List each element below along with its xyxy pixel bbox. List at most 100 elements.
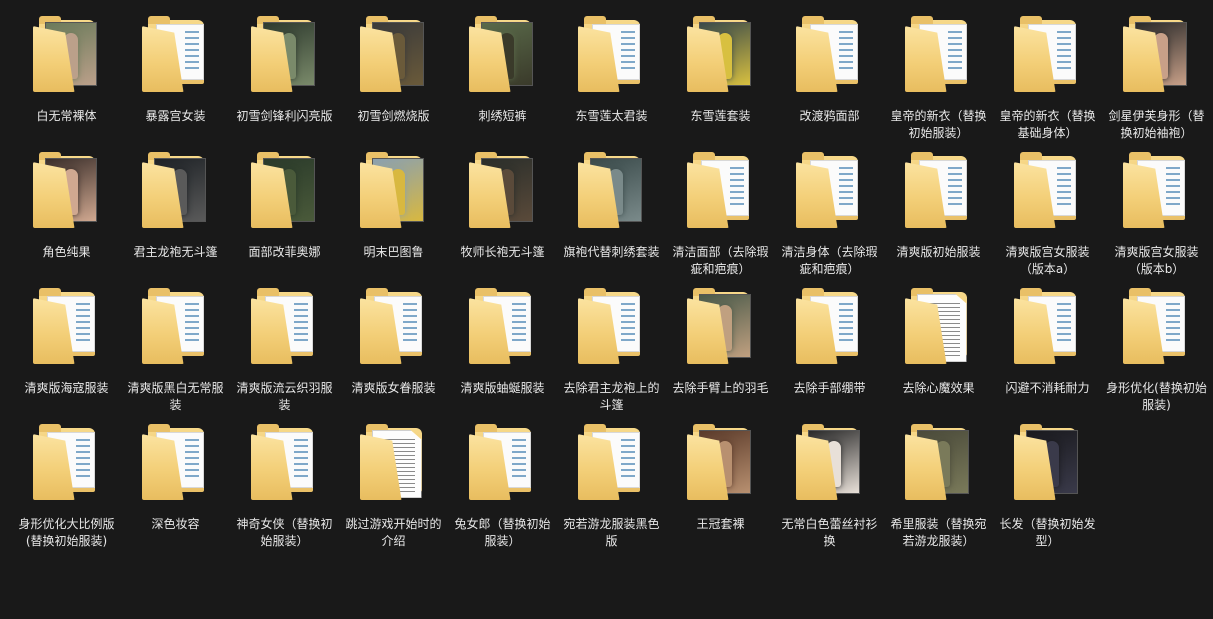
folder-label: 清洁面部（去除瑕疵和疤痕） [672,245,769,276]
folder-label: 清爽版宫女服装（版本a） [1005,245,1090,276]
folder-item[interactable]: 面部改菲奥娜 [230,148,339,284]
folder-icon [795,424,864,502]
folder-item[interactable]: 东雪莲套装 [666,12,775,148]
folder-label: 去除心魔效果 [902,381,975,395]
folder-label: 东雪莲太君装 [575,109,648,123]
document-folder-icon [904,288,973,366]
folder-icon [577,424,646,502]
folder-item[interactable]: 清爽版黑白无常服装 [121,284,230,420]
folder-item[interactable]: 希里服装（替换宛若游龙服装） [884,420,993,556]
folder-icon [1013,152,1082,230]
folder-icon [359,288,428,366]
folder-item[interactable]: 清爽版女眷服装 [339,284,448,420]
folder-label: 皇帝的新衣（替换初始服装） [890,109,987,140]
folder-icon [686,16,755,94]
folder-icon [32,424,101,502]
folder-item[interactable]: 清洁身体（去除瑕疵和疤痕） [775,148,884,284]
folder-item[interactable]: 跳过游戏开始时的介绍 [339,420,448,556]
folder-item[interactable]: 去除手臂上的羽毛 [666,284,775,420]
folder-item[interactable]: 旗袍代替刺绣套装 [557,148,666,284]
folder-item[interactable]: 皇帝的新衣（替换基础身体） [993,12,1102,148]
folder-label: 角色纯果 [42,245,91,259]
folder-icon [686,288,755,366]
folder-icon [468,152,537,230]
folder-item[interactable]: 身形优化大比例版(替换初始服装) [12,420,121,556]
folder-label: 改渡鸦面部 [799,109,860,123]
folder-item[interactable]: 东雪莲太君装 [557,12,666,148]
folder-label: 跳过游戏开始时的介绍 [345,517,442,548]
folder-item[interactable]: 兔女郎（替换初始服装） [448,420,557,556]
folder-label: 去除手部绷带 [793,381,866,395]
folder-item[interactable]: 刺绣短裤 [448,12,557,148]
folder-label: 初雪剑燃烧版 [357,109,430,123]
folder-item[interactable]: 神奇女侠（替换初始服装） [230,420,339,556]
folder-item[interactable]: 牧师长袍无斗篷 [448,148,557,284]
folder-label: 去除君主龙袍上的斗篷 [563,381,660,412]
folder-icon [577,16,646,94]
folder-icon [250,288,319,366]
folder-item[interactable]: 初雪剑锋利闪亮版 [230,12,339,148]
folder-icon [904,16,973,94]
folder-icon [32,288,101,366]
folder-icon [1122,152,1191,230]
folder-label: 神奇女侠（替换初始服装） [236,517,333,548]
folder-label: 清爽版黑白无常服装 [127,381,224,412]
folder-icon [141,424,210,502]
folder-label: 宛若游龙服装黑色版 [563,517,660,548]
folder-label: 清爽版海寇服装 [24,381,109,395]
folder-item[interactable]: 清爽版宫女服装（版本b） [1102,148,1211,284]
folder-item[interactable]: 去除君主龙袍上的斗篷 [557,284,666,420]
folder-icon [795,16,864,94]
folder-icon [577,288,646,366]
folder-item[interactable]: 身形优化(替换初始服装) [1102,284,1211,420]
folder-item[interactable]: 君主龙袍无斗篷 [121,148,230,284]
folder-item[interactable]: 清爽版流云织羽服装 [230,284,339,420]
folder-icon [468,16,537,94]
folder-label: 清爽版蚰蜒服装 [460,381,545,395]
folder-label: 无常白色蕾丝衬衫换 [781,517,878,548]
folder-item[interactable]: 白无常裸体 [12,12,121,148]
folder-item[interactable]: 初雪剑燃烧版 [339,12,448,148]
folder-icon [904,152,973,230]
folder-item[interactable]: 皇帝的新衣（替换初始服装） [884,12,993,148]
folder-item[interactable]: 清洁面部（去除瑕疵和疤痕） [666,148,775,284]
folder-item[interactable]: 闪避不消耗耐力 [993,284,1102,420]
folder-item[interactable]: 深色妆容 [121,420,230,556]
folder-item[interactable]: 清爽版海寇服装 [12,284,121,420]
folder-icon [359,16,428,94]
folder-icon [686,424,755,502]
folder-item[interactable]: 长发（替换初始发型） [993,420,1102,556]
folder-label: 明末巴图鲁 [363,245,424,259]
folder-icon [141,152,210,230]
folder-item[interactable]: 去除手部绷带 [775,284,884,420]
folder-icon [577,152,646,230]
folder-icon [141,288,210,366]
folder-item[interactable]: 清爽版蚰蜒服装 [448,284,557,420]
folder-label: 清爽版初始服装 [896,245,981,259]
folder-icon [250,424,319,502]
folder-icon [468,424,537,502]
folder-icon [795,288,864,366]
folder-item[interactable]: 无常白色蕾丝衬衫换 [775,420,884,556]
folder-icon [359,152,428,230]
folder-item[interactable]: 角色纯果 [12,148,121,284]
folder-label: 去除手臂上的羽毛 [672,381,769,395]
folder-item[interactable]: 宛若游龙服装黑色版 [557,420,666,556]
folder-label: 兔女郎（替换初始服装） [454,517,551,548]
folder-label: 初雪剑锋利闪亮版 [236,109,333,123]
folder-item[interactable]: 改渡鸦面部 [775,12,884,148]
document-folder-icon [359,424,428,502]
folder-item[interactable]: 暴露宫女装 [121,12,230,148]
folder-icon [1122,16,1191,94]
folder-label: 皇帝的新衣（替换基础身体） [999,109,1096,140]
folder-item[interactable]: 去除心魔效果 [884,284,993,420]
folder-icon [1013,424,1082,502]
folder-item[interactable]: 清爽版初始服装 [884,148,993,284]
folder-icon [795,152,864,230]
folder-item[interactable]: 明末巴图鲁 [339,148,448,284]
folder-label: 清爽版流云织羽服装 [236,381,333,412]
folder-item[interactable]: 清爽版宫女服装（版本a） [993,148,1102,284]
folder-item[interactable]: 剑星伊芙身形（替换初始袖袍） [1102,12,1211,148]
folder-item[interactable]: 王冠套裸 [666,420,775,556]
folder-grid: 白无常裸体 暴露宫女装 初雪剑锋利闪亮版 初雪剑燃烧版 刺绣短裤 东雪莲太君装 东雪莲套装 改… [12,12,1212,556]
